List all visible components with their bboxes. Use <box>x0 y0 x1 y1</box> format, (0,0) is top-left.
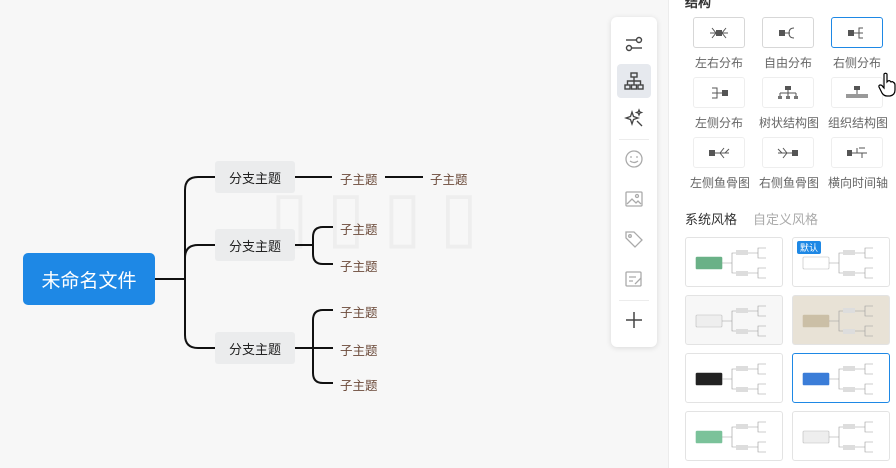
subtopic-b2-2[interactable]: 子主题 <box>340 256 378 275</box>
connector-b2-sub1 <box>312 226 333 245</box>
plus-icon <box>626 312 642 328</box>
style-thumbnail-1[interactable] <box>685 237 783 287</box>
connector-lines <box>155 176 423 384</box>
style-preview <box>695 247 766 279</box>
subtopic-b1-1-1[interactable]: 子主题 <box>430 169 468 188</box>
hand-cursor-icon <box>878 72 896 97</box>
toolbar-divider <box>619 139 649 140</box>
side-toolbar <box>611 17 657 347</box>
emoji-icon <box>625 150 643 168</box>
tab-system-style[interactable]: 系统风格 <box>685 209 737 228</box>
connector-b3-sub3 <box>312 348 333 384</box>
format-button[interactable] <box>617 27 651 61</box>
layout-free-icon <box>779 27 795 38</box>
layout-tree[interactable]: 树状结构图 <box>759 77 819 131</box>
structure-panel: 结构 左右分布 自由分布 右侧分布 左侧分布 树状结构图 组织结构图 左侧鱼骨图… <box>668 0 896 468</box>
subtopic-b3-3[interactable]: 子主题 <box>340 375 378 394</box>
style-thumbnail-7[interactable] <box>685 411 783 461</box>
settings-sliders-icon <box>625 36 643 52</box>
note-button[interactable] <box>617 262 651 296</box>
style-thumbnail-2[interactable]: 默认 <box>792 237 890 287</box>
style-thumbnail-3[interactable] <box>685 295 783 345</box>
tag-icon <box>625 231 643 248</box>
connector-b2-sub2 <box>312 245 333 265</box>
layout-left-right[interactable]: 左右分布 <box>690 17 748 71</box>
emoji-button[interactable] <box>617 142 651 176</box>
toolbar-divider <box>619 300 649 301</box>
style-thumbnail-4[interactable] <box>792 295 890 345</box>
tab-custom-style[interactable]: 自定义风格 <box>753 209 818 228</box>
add-button[interactable] <box>617 303 651 337</box>
layout-org-icon <box>846 85 868 98</box>
tag-button[interactable] <box>617 222 651 256</box>
subtopic-b1-1[interactable]: 子主题 <box>340 169 378 188</box>
default-badge: 默认 <box>797 241 822 254</box>
layout-left-right-icon <box>710 27 728 38</box>
note-icon <box>625 271 642 287</box>
layout-right-fishbone-icon <box>777 147 798 158</box>
subtopic-b3-1[interactable]: 子主题 <box>340 302 378 321</box>
branch-topic-1[interactable]: 分支主题 <box>215 161 295 193</box>
layout-right[interactable]: 右侧分布 <box>828 17 886 71</box>
style-thumbnail-5[interactable] <box>685 353 783 403</box>
style-button[interactable] <box>617 101 651 135</box>
style-preview <box>802 363 873 395</box>
connector-branch-1 <box>184 176 215 279</box>
connector-b3-sub1 <box>312 309 333 348</box>
subtopic-b3-2[interactable]: 子主题 <box>340 340 378 359</box>
layout-tree-icon <box>778 85 798 99</box>
section-title: 结构 <box>685 0 712 11</box>
style-thumbnail-6[interactable] <box>792 353 890 403</box>
layout-left[interactable]: 左侧分布 <box>690 77 748 131</box>
branch-topic-2[interactable]: 分支主题 <box>215 229 295 261</box>
layout-free[interactable]: 自由分布 <box>759 17 817 71</box>
layout-timeline[interactable]: 横向时间轴 <box>828 137 888 191</box>
style-thumbnail-8[interactable] <box>792 411 890 461</box>
style-preview <box>802 305 873 337</box>
connector-branch-3 <box>184 279 215 349</box>
layout-left-icon <box>712 87 728 98</box>
subtopic-b2-1[interactable]: 子主题 <box>340 219 378 238</box>
central-topic[interactable]: 未命名文件 <box>23 253 155 305</box>
image-icon <box>625 191 643 207</box>
layout-timeline-icon <box>847 147 867 158</box>
structure-button[interactable] <box>617 64 651 98</box>
structure-icon <box>624 72 644 90</box>
layout-right-fishbone[interactable]: 右侧鱼骨图 <box>759 137 819 191</box>
style-preview <box>695 363 766 395</box>
style-preview <box>695 305 766 337</box>
sparkle-style-icon <box>624 108 644 127</box>
branch-topic-3[interactable]: 分支主题 <box>215 332 295 364</box>
layout-left-fishbone-icon <box>709 147 730 158</box>
layout-left-fishbone[interactable]: 左侧鱼骨图 <box>690 137 750 191</box>
mindmap-canvas[interactable]: ▯▯▯▯ 未命名文件 分支主题 分支主题 分支主题 子主题 子主题 子主题 子主… <box>0 0 610 468</box>
connector-branch-2 <box>184 244 215 279</box>
style-preview <box>695 421 766 453</box>
style-preview <box>802 421 873 453</box>
layout-right-icon <box>848 27 863 38</box>
image-button[interactable] <box>617 182 651 216</box>
